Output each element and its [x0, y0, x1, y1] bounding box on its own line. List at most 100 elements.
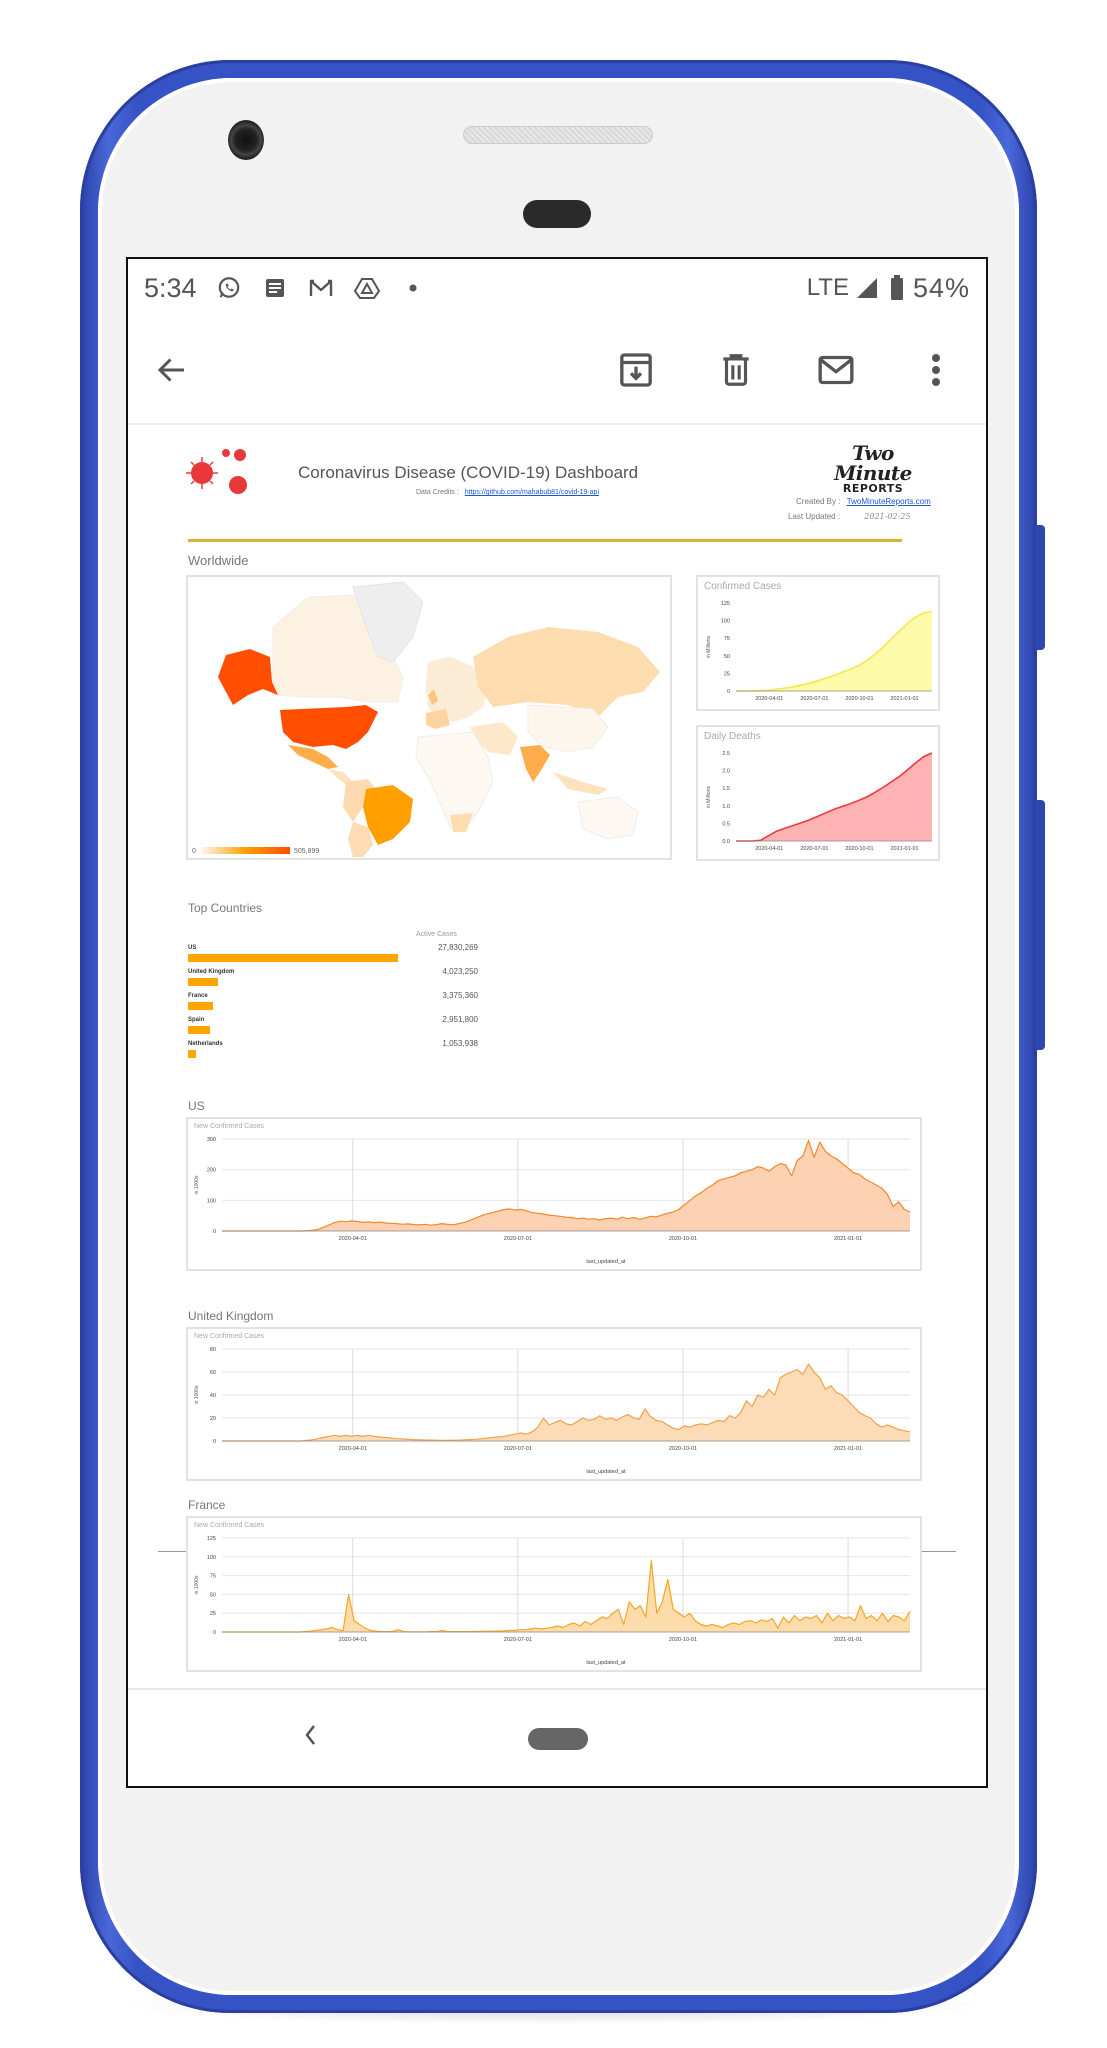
country-name: Netherlands: [188, 1041, 223, 1047]
country-name: Spain: [188, 1017, 205, 1023]
page-edge-line-right: [920, 1551, 956, 1552]
france-section-title: France: [188, 1498, 226, 1512]
country-active-cases: 2,951,800: [442, 1015, 478, 1024]
data-credits: Data Credits : https://github.com/mahabu…: [416, 489, 599, 496]
back-button[interactable]: [148, 346, 196, 394]
country-active-cases: 3,375,360: [442, 991, 478, 1000]
us-chart-panel: New Confirmed Cases 0 100 200 300 2020-04-01…: [186, 1117, 922, 1271]
y-tick-label: 1.5: [722, 786, 730, 792]
volume-button: [1035, 800, 1045, 1050]
covid-dashboard: Coronavirus Disease (COVID-19) Dashboard…: [128, 427, 986, 1691]
more-options-button[interactable]: [912, 346, 960, 394]
y-tick-label: 125: [721, 601, 730, 607]
country-active-cases: 27,830,269: [437, 943, 478, 952]
phone-screen: 5:34 LTE 54% Coronavirus Disease (COVID-…: [126, 257, 988, 1788]
battery-percent: 54%: [912, 272, 970, 303]
country-bar: [188, 954, 398, 962]
email-content[interactable]: Coronavirus Disease (COVID-19) Dashboard…: [128, 427, 986, 1691]
map-legend-gradient: [202, 847, 290, 854]
y-axis-label: in Millions: [706, 786, 712, 808]
system-nav-bar: [128, 1688, 986, 1786]
top-country-row: US 27,830,269: [188, 943, 478, 969]
y-tick-label: 0.5: [722, 821, 730, 827]
region-spain-france: [426, 709, 450, 729]
uk-section-title: United Kingdom: [188, 1309, 274, 1323]
credits-link[interactable]: https://github.com/mahabub81/covid-19-ap…: [465, 489, 599, 496]
y-tick-label: 80: [210, 1347, 216, 1353]
country-name: United Kingdom: [188, 969, 235, 975]
dashboard-title: Coronavirus Disease (COVID-19) Dashboard: [298, 463, 639, 482]
y-tick-label: 25: [724, 671, 730, 677]
country-name: US: [188, 945, 197, 951]
front-camera: [228, 120, 264, 160]
active-cases-header: Active Cases: [416, 931, 457, 938]
region-usa: [280, 705, 378, 749]
mark-unread-icon: [818, 355, 854, 385]
created-by-label: Created By :: [796, 497, 841, 506]
y-tick-label: 100: [721, 619, 730, 625]
chevron-left-icon: [305, 1725, 315, 1745]
top-countries-title: Top Countries: [188, 901, 263, 915]
app-bar: [128, 317, 986, 425]
drive-icon: [353, 274, 381, 302]
y-tick-label: 0: [727, 689, 730, 695]
map-legend-max: 505,899: [294, 848, 319, 855]
power-button: [1035, 525, 1045, 650]
country-bar: [188, 978, 219, 986]
country-bar: [188, 1026, 211, 1034]
x-tick-label: 2020-07-01: [800, 846, 828, 852]
world-map-panel: 0 505,899: [186, 575, 672, 860]
header-divider: [188, 539, 902, 542]
region-indonesia: [553, 772, 608, 795]
mark-unread-button[interactable]: [812, 346, 860, 394]
created-by-link[interactable]: TwoMinuteReports.com: [847, 497, 931, 506]
x-tick-label: 2020-10-01: [845, 696, 873, 702]
y-tick-label: 60: [210, 1370, 216, 1376]
delete-icon: [723, 354, 749, 386]
map-legend-min: 0: [192, 848, 196, 855]
france-chart-panel: New Confirmed Cases 0 25 50 75 100 125 2020-04…: [186, 1516, 922, 1672]
uk-chart-title: New Confirmed Cases: [194, 1333, 265, 1340]
uk-chart-panel: New Confirmed Cases 0 20 40 60 80 2020-04-01 2…: [186, 1327, 922, 1481]
x-tick-label: 2020-04-01: [755, 846, 783, 852]
two-minute-reports-logo: Two Minute REPORTS: [818, 443, 928, 494]
nav-back-button[interactable]: [296, 1720, 326, 1750]
x-tick-label: 2021-01-01: [890, 696, 918, 702]
signal-icon: [853, 274, 881, 302]
y-tick-label: 125: [207, 1536, 216, 1542]
region-australia: [577, 796, 639, 840]
y-tick-label: 100: [207, 1555, 216, 1561]
y-tick-label: 0: [213, 1229, 216, 1235]
status-bar: 5:34 LTE 54%: [128, 259, 986, 317]
y-tick-label: 75: [210, 1574, 216, 1580]
y-tick-label: 0: [213, 1439, 216, 1445]
y-tick-label: 50: [724, 654, 730, 660]
network-type: LTE: [806, 274, 849, 301]
france-chart-title: New Confirmed Cases: [194, 1522, 265, 1529]
arrow-left-icon: [157, 358, 184, 382]
y-tick-label: 300: [207, 1137, 216, 1143]
more-vert-icon: [932, 354, 940, 386]
y-axis-label: in 1000s: [194, 1385, 200, 1404]
x-tick-label: 2020-04-01: [339, 1236, 367, 1242]
daily-deaths-title: Daily Deaths: [704, 731, 761, 742]
battery-icon: [889, 274, 905, 302]
country-name: France: [188, 993, 208, 999]
archive-button[interactable]: [612, 346, 660, 394]
y-axis-label: in Millions: [706, 636, 712, 658]
virus-logo-icon: [186, 449, 247, 494]
country-active-cases: 4,023,250: [442, 967, 478, 976]
y-tick-label: 0: [213, 1630, 216, 1636]
x-tick-label: 2020-04-01: [339, 1637, 367, 1643]
confirmed-cases-chart: 0 25 50 75 100 125 2020-04-01 2020-07-01 2020-10…: [706, 601, 933, 702]
series-area: [736, 611, 932, 691]
delete-button[interactable]: [712, 346, 760, 394]
country-bar: [188, 1050, 196, 1058]
nav-home-pill[interactable]: [528, 1728, 588, 1750]
dot-icon: [399, 274, 427, 302]
proximity-sensor: [523, 200, 591, 228]
last-updated-value: 2021-02-25: [864, 512, 911, 521]
y-tick-label: 20: [210, 1416, 216, 1422]
map-regions: [218, 581, 660, 857]
country-active-cases: 1,053,938: [442, 1039, 478, 1048]
